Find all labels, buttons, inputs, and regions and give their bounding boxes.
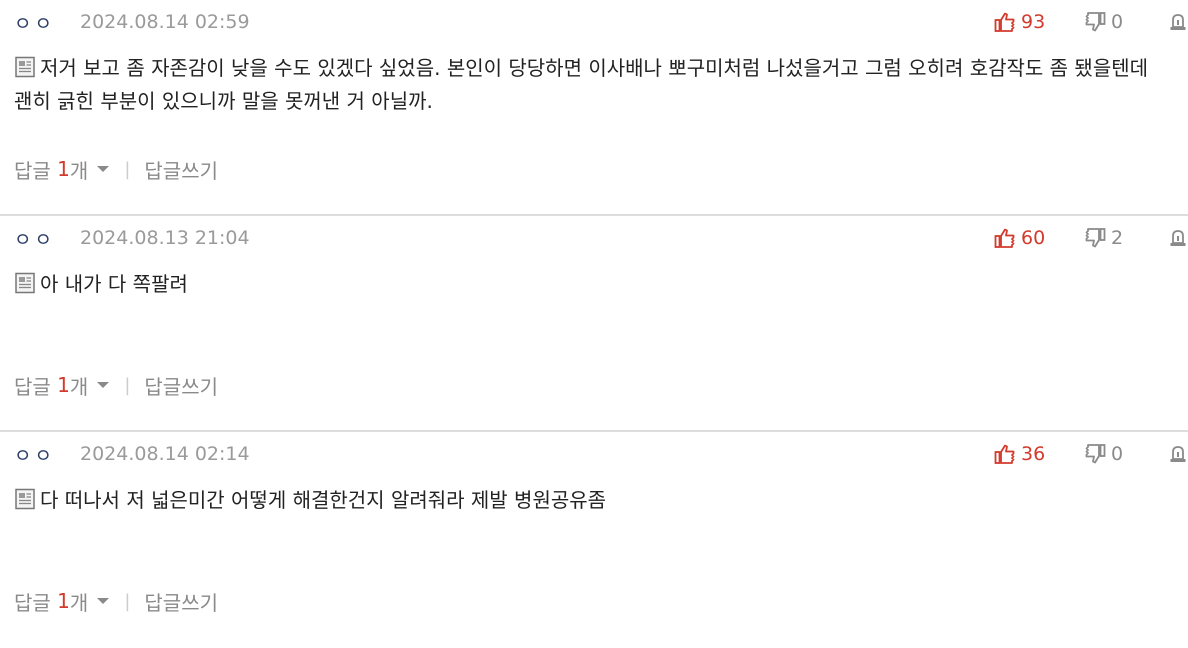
vote-group: 60 2 [994,224,1188,252]
comment-date: 2024.08.14 02:14 [80,443,250,465]
chevron-down-icon [97,166,110,172]
chevron-down-icon [97,598,110,604]
report-button[interactable] [1168,228,1188,248]
thumbs-down-icon [1085,444,1106,464]
like-count: 93 [1021,11,1046,33]
report-button[interactable] [1168,12,1188,32]
reply-unit: 개 [69,158,89,183]
write-reply-button[interactable]: 답글쓰기 [144,371,218,400]
action-divider: | [124,374,131,396]
comment-author[interactable]: ㅇㅇ [14,441,80,468]
comment-item: ㅇㅇ 2024.08.13 21:04 60 2 아 내가 다 쪽팔려 답글 1… [0,216,1188,432]
thumbs-up-icon [994,228,1015,248]
dislike-button[interactable]: 0 [1084,443,1168,465]
like-count: 60 [1021,227,1046,249]
reply-toggle-button[interactable]: 답글 1개 [14,371,124,400]
reply-unit: 개 [69,590,89,615]
chevron-down-icon [97,382,110,388]
like-button[interactable]: 93 [994,11,1084,33]
dislike-button[interactable]: 0 [1084,11,1168,33]
reply-label: 답글 [14,158,51,183]
action-divider: | [124,590,131,612]
thumbs-down-icon [1085,12,1106,32]
comment-text: 다 떠나서 저 넓은미간 어떻게 해결한건지 알려줘라 제발 병원공유좀 [40,488,607,512]
comment-item: ㅇㅇ 2024.08.14 02:14 36 0 다 떠나서 저 넓은미간 어떻… [0,432,1188,648]
comment-actions: 답글 1개 | 답글쓰기 [14,368,218,402]
report-siren-icon [1170,446,1186,462]
report-siren-icon [1170,14,1186,30]
memo-icon [15,488,35,510]
vote-group: 93 0 [994,8,1188,36]
reply-toggle-button[interactable]: 답글 1개 [14,587,124,616]
comment-body: 저거 보고 좀 자존감이 낮을 수도 있겠다 싶었음. 본인이 당당하면 이사배… [14,52,1164,118]
comment-body: 다 떠나서 저 넓은미간 어떻게 해결한건지 알려줘라 제발 병원공유좀 [14,484,1164,517]
like-button[interactable]: 36 [994,443,1084,465]
comment-text: 아 내가 다 쪽팔려 [40,272,188,296]
dislike-count: 2 [1111,227,1124,249]
thumbs-down-icon [1085,228,1106,248]
reply-label: 답글 [14,590,51,615]
write-reply-button[interactable]: 답글쓰기 [144,587,218,616]
comment-date: 2024.08.13 21:04 [80,227,250,249]
comment-text: 저거 보고 좀 자존감이 낮을 수도 있겠다 싶었음. 본인이 당당하면 이사배… [14,56,1149,113]
dislike-count: 0 [1111,443,1124,465]
thumbs-up-icon [994,12,1015,32]
report-siren-icon [1170,230,1186,246]
like-button[interactable]: 60 [994,227,1084,249]
memo-icon [15,56,35,78]
report-button[interactable] [1168,444,1188,464]
comment-list: ㅇㅇ 2024.08.14 02:59 93 0 저거 보고 좀 자존감이 낮을… [0,0,1188,648]
reply-label: 답글 [14,374,51,399]
comment-meta: ㅇㅇ 2024.08.14 02:14 36 0 [14,440,1188,468]
dislike-count: 0 [1111,11,1124,33]
thumbs-up-icon [994,444,1015,464]
comment-author[interactable]: ㅇㅇ [14,225,80,252]
dislike-button[interactable]: 2 [1084,227,1168,249]
reply-toggle-button[interactable]: 답글 1개 [14,155,124,184]
comment-meta: ㅇㅇ 2024.08.14 02:59 93 0 [14,8,1188,36]
like-count: 36 [1021,443,1046,465]
comment-meta: ㅇㅇ 2024.08.13 21:04 60 2 [14,224,1188,252]
comment-actions: 답글 1개 | 답글쓰기 [14,152,218,186]
reply-count: 1 [57,589,70,613]
comment-date: 2024.08.14 02:59 [80,11,250,33]
memo-icon [15,272,35,294]
comment-body: 아 내가 다 쪽팔려 [14,268,1164,301]
reply-count: 1 [57,373,70,397]
comment-item: ㅇㅇ 2024.08.14 02:59 93 0 저거 보고 좀 자존감이 낮을… [0,0,1188,216]
reply-count: 1 [57,157,70,181]
comment-actions: 답글 1개 | 답글쓰기 [14,584,218,618]
reply-unit: 개 [69,374,89,399]
action-divider: | [124,158,131,180]
comment-author[interactable]: ㅇㅇ [14,9,80,36]
vote-group: 36 0 [994,440,1188,468]
write-reply-button[interactable]: 답글쓰기 [144,155,218,184]
